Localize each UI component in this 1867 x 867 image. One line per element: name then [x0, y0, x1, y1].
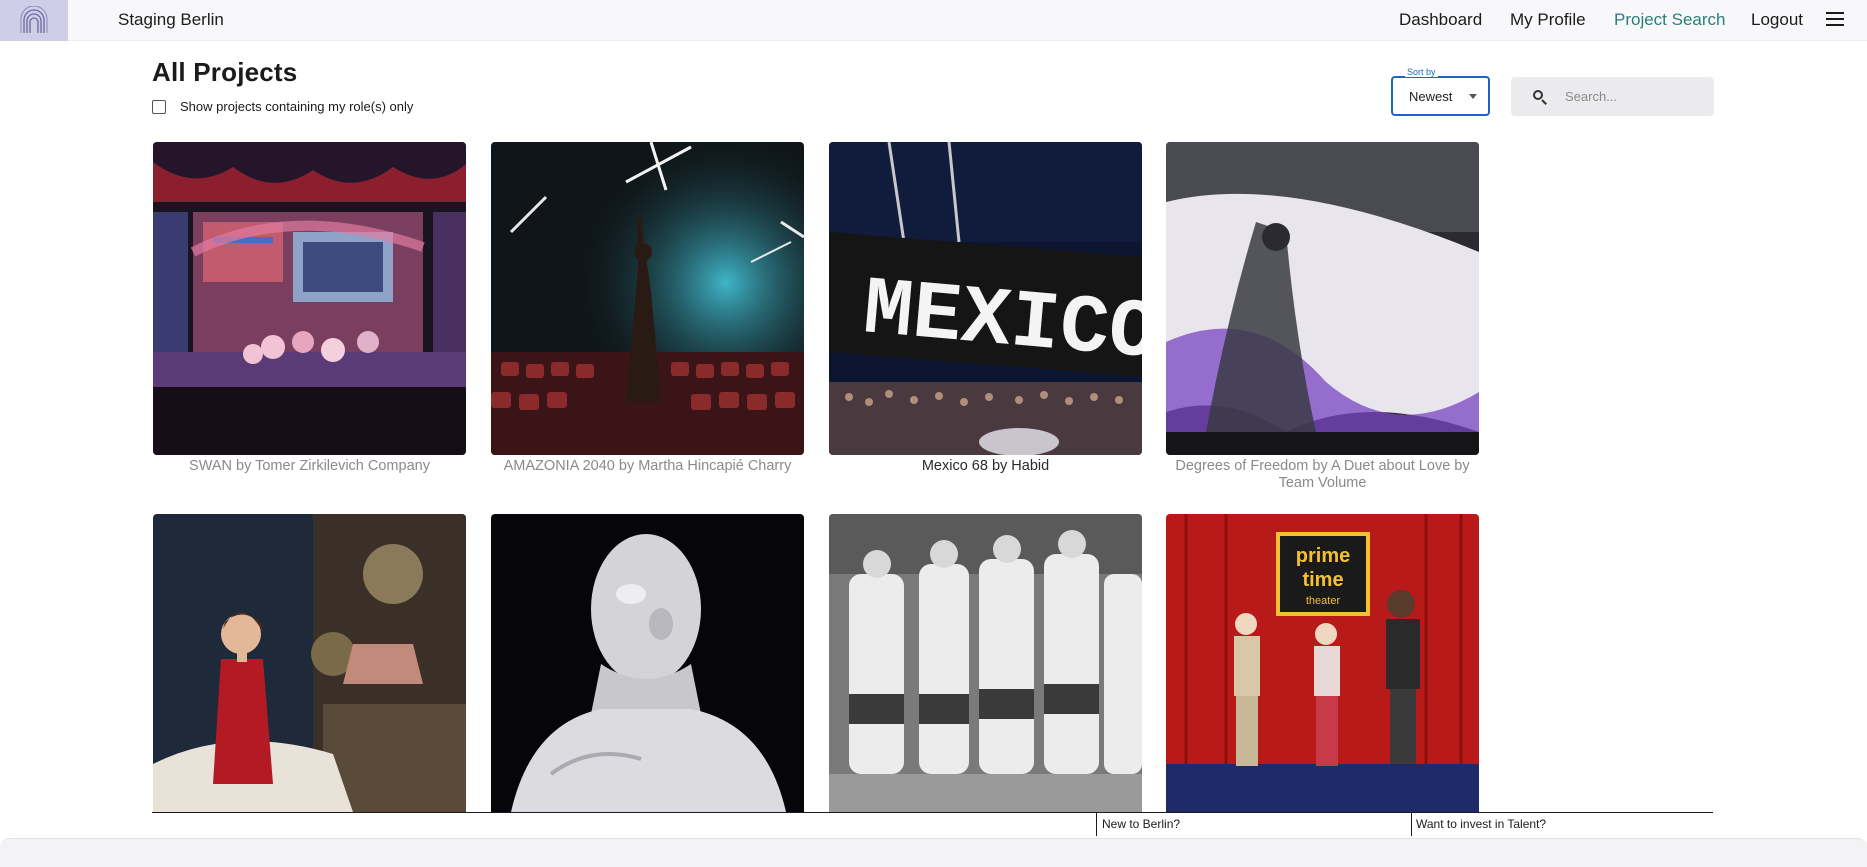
footer-invest-link[interactable]: Want to invest in Talent? — [1416, 817, 1546, 831]
search-icon — [1533, 89, 1547, 105]
footer-new-to-berlin-link[interactable]: New to Berlin? — [1102, 817, 1180, 831]
brand-title[interactable]: Staging Berlin — [118, 10, 224, 30]
project-thumbnail[interactable]: prime time theater — [1166, 514, 1479, 812]
dropdown-caret-icon — [1469, 94, 1477, 99]
page-title: All Projects — [152, 57, 298, 87]
hamburger-menu-icon[interactable] — [1826, 12, 1844, 28]
top-navigation-bar: Staging Berlin Dashboard My Profile Proj… — [0, 0, 1867, 41]
sort-select[interactable]: Newest — [1391, 76, 1490, 116]
sort-selected-value: Newest — [1409, 89, 1453, 104]
project-thumbnail[interactable] — [491, 514, 804, 812]
project-card-6[interactable] — [491, 514, 804, 812]
footer-column-divider — [1096, 812, 1097, 836]
project-thumbnail[interactable] — [491, 142, 804, 455]
role-filter[interactable]: Show projects containing my role(s) only — [152, 99, 413, 114]
project-thumbnail[interactable] — [829, 514, 1142, 812]
sign-text-line: prime — [1296, 545, 1350, 567]
project-caption[interactable]: AMAZONIA 2040 by Martha Hincapié Charry — [491, 458, 804, 475]
nav-project-search[interactable]: Project Search — [1614, 10, 1726, 30]
search-input[interactable] — [1565, 89, 1695, 104]
project-card-swan[interactable]: SWAN by Tomer Zirkilevich Company — [153, 142, 466, 475]
sign-text-line: theater — [1306, 595, 1341, 607]
footer-column-divider — [1411, 812, 1412, 836]
project-card-5[interactable] — [153, 514, 466, 812]
project-card-amazonia[interactable]: AMAZONIA 2040 by Martha Hincapié Charry — [491, 142, 804, 475]
project-caption[interactable]: SWAN by Tomer Zirkilevich Company — [153, 458, 466, 475]
nav-my-profile[interactable]: My Profile — [1510, 10, 1586, 30]
project-card-mexico-68[interactable]: MEXICO 68 Mexico 68 by Habid — [829, 142, 1142, 475]
sign-text-line: time — [1302, 569, 1343, 591]
project-thumbnail[interactable] — [1166, 142, 1479, 455]
arch-logo-icon — [20, 5, 48, 33]
project-card-8[interactable]: prime time theater — [1166, 514, 1479, 812]
project-thumbnail[interactable] — [153, 514, 466, 812]
logo[interactable] — [0, 0, 68, 41]
role-filter-label: Show projects containing my role(s) only — [180, 99, 414, 114]
nav-dashboard[interactable]: Dashboard — [1399, 10, 1482, 30]
project-caption[interactable]: Degrees of Freedom by A Duet about Love … — [1166, 458, 1479, 492]
search-field[interactable] — [1511, 77, 1714, 116]
project-caption[interactable]: Mexico 68 by Habid — [829, 458, 1142, 475]
project-thumbnail[interactable]: MEXICO 68 — [829, 142, 1142, 455]
role-filter-checkbox[interactable] — [152, 99, 166, 114]
project-thumbnail[interactable] — [153, 142, 466, 455]
project-card-7[interactable] — [829, 514, 1142, 812]
sort-label: Sort by — [1405, 67, 1438, 77]
project-card-degrees-of-freedom[interactable]: Degrees of Freedom by A Duet about Love … — [1166, 142, 1479, 492]
footer-divider — [152, 812, 1713, 813]
bottom-panel — [0, 838, 1867, 867]
nav-logout[interactable]: Logout — [1751, 10, 1803, 30]
